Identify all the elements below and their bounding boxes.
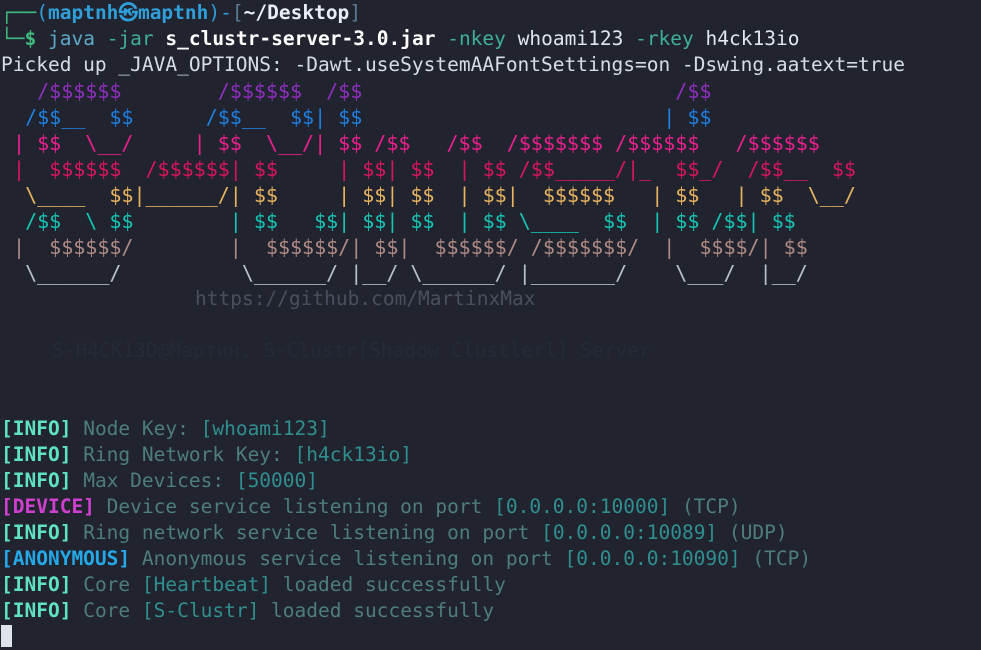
log-tag: [INFO] bbox=[1, 599, 72, 622]
banner-row: /$$__ $$ /$$__ $$| $$ | $$ bbox=[1, 105, 712, 129]
command-rkey-value: h4ck13io bbox=[705, 27, 800, 50]
log-message: Device service listening on port bbox=[106, 495, 495, 518]
banner-subtitle: S-H4CK13D@Мартин. S-Clustr[Shadow Clustl… bbox=[52, 339, 651, 362]
prompt-frame-top: ┌── bbox=[1, 1, 37, 24]
log-value: [whoami123] bbox=[200, 417, 330, 440]
log-tag: [INFO] bbox=[1, 443, 72, 466]
prompt-user: maptnh bbox=[47, 1, 119, 24]
log-line: [INFO] Core [S-Clustr] loaded successful… bbox=[0, 598, 981, 624]
log-tag: [INFO] bbox=[1, 417, 72, 440]
log-line: [INFO] Max Devices: [50000] bbox=[0, 468, 981, 494]
log-tag: [INFO] bbox=[1, 521, 72, 544]
banner-row: \____ $$|______/| $$ | $$| $$ | $$| $$$$… bbox=[1, 183, 856, 207]
prompt-bracket-close: ] bbox=[349, 1, 362, 24]
command-flag-nkey: -nkey bbox=[447, 27, 506, 50]
log-line: [INFO] Node Key: [whoami123] bbox=[0, 416, 981, 442]
log-protocol: (TCP) bbox=[740, 547, 812, 570]
log-message: Ring network service listening on port bbox=[83, 521, 542, 544]
log-status: loaded successfully bbox=[259, 599, 495, 622]
log-tag: [INFO] bbox=[1, 573, 72, 596]
prompt-dollar-sign: $ bbox=[24, 27, 37, 50]
prompt-bracket-open: [ bbox=[231, 1, 244, 24]
ascii-art-banner: /$$$$$$ /$$$$$$ /$$ /$$ /$$__ $$ /$$__ $… bbox=[0, 78, 981, 286]
log-message: Anonymous service listening on port bbox=[141, 547, 565, 570]
command-program: java bbox=[47, 27, 95, 50]
command-flag-jar: -jar bbox=[106, 27, 154, 50]
log-protocol: (TCP) bbox=[670, 495, 741, 518]
log-status: loaded successfully bbox=[271, 573, 506, 596]
banner-url[interactable]: https://github.com/MartinxMax bbox=[0, 286, 981, 312]
prompt-at-icon: ㉿ bbox=[118, 1, 138, 24]
log-tag: [ANONYMOUS] bbox=[1, 547, 131, 570]
log-message: Core bbox=[83, 573, 142, 596]
log-tag: [INFO] bbox=[1, 469, 72, 492]
prompt-open-paren: ( bbox=[36, 1, 48, 24]
log-message: Ring Network Key: bbox=[83, 443, 295, 466]
log-value: [S-Clustr] bbox=[141, 599, 260, 622]
log-line: [INFO] Core [Heartbeat] loaded successfu… bbox=[0, 572, 981, 598]
log-value: [h4ck13io] bbox=[294, 443, 412, 466]
log-line: [INFO] Ring network service listening on… bbox=[0, 520, 981, 546]
banner-row: | $$ \__/ | $$ \__/| $$ /$$ /$$ /$$$$$$$… bbox=[1, 131, 820, 155]
command-line[interactable]: └─$ java -jar s_clustr-server-3.0.jar -n… bbox=[0, 26, 981, 52]
prompt-host: maptnh bbox=[137, 1, 209, 24]
log-line: [DEVICE] Device service listening on por… bbox=[0, 494, 981, 520]
log-value: [50000] bbox=[235, 469, 319, 492]
prompt-line-first: ┌──(maptnh㉿maptnh)-[~/Desktop] bbox=[0, 0, 981, 26]
prompt-frame-bottom: └─ bbox=[1, 27, 25, 50]
banner-row: /$$ \ $$ | $$ $$| $$| $$ | $$ \____ $$ |… bbox=[1, 209, 796, 233]
terminal-window[interactable]: ┌──(maptnh㉿maptnh)-[~/Desktop] └─$ java … bbox=[0, 0, 981, 647]
banner-row: \______/ \______/ |__/ \______/ |_______… bbox=[1, 261, 808, 285]
log-tag: [DEVICE] bbox=[1, 495, 95, 518]
banner-row: | $$$$$$ /$$$$$$| $$ | $$| $$ | $$ /$$__… bbox=[1, 157, 856, 181]
log-message: Core bbox=[83, 599, 142, 622]
prompt-close-paren: )- bbox=[208, 1, 232, 24]
command-flag-rkey: -rkey bbox=[635, 27, 694, 50]
log-value: [0.0.0.0:10090] bbox=[564, 547, 741, 570]
log-message: Max Devices: bbox=[83, 469, 236, 492]
log-output: [INFO] Node Key: [whoami123] [INFO] Ring… bbox=[0, 416, 981, 624]
log-value: [Heartbeat] bbox=[141, 573, 272, 596]
banner-row: | $$$$$$/ | $$$$$$/| $$| $$$$$$/ /$$$$$$… bbox=[1, 235, 808, 259]
log-protocol: (UDP) bbox=[717, 521, 788, 544]
banner-row: /$$$$$$ /$$$$$$ /$$ /$$ bbox=[1, 79, 712, 103]
log-value: [0.0.0.0:10089] bbox=[541, 521, 718, 544]
cursor-line bbox=[0, 624, 981, 650]
command-nkey-value: whoami123 bbox=[517, 27, 624, 50]
prompt-path: ~/Desktop bbox=[243, 1, 350, 24]
log-message: Node Key: bbox=[83, 417, 201, 440]
command-jar-file: s_clustr-server-3.0.jar bbox=[165, 27, 436, 50]
block-cursor bbox=[1, 625, 12, 647]
log-value: [0.0.0.0:10000] bbox=[494, 495, 671, 518]
log-line: [INFO] Ring Network Key: [h4ck13io] bbox=[0, 442, 981, 468]
log-line: [ANONYMOUS] Anonymous service listening … bbox=[0, 546, 981, 572]
java-options-notice: Picked up _JAVA_OPTIONS: -Dawt.useSystem… bbox=[1, 53, 905, 76]
